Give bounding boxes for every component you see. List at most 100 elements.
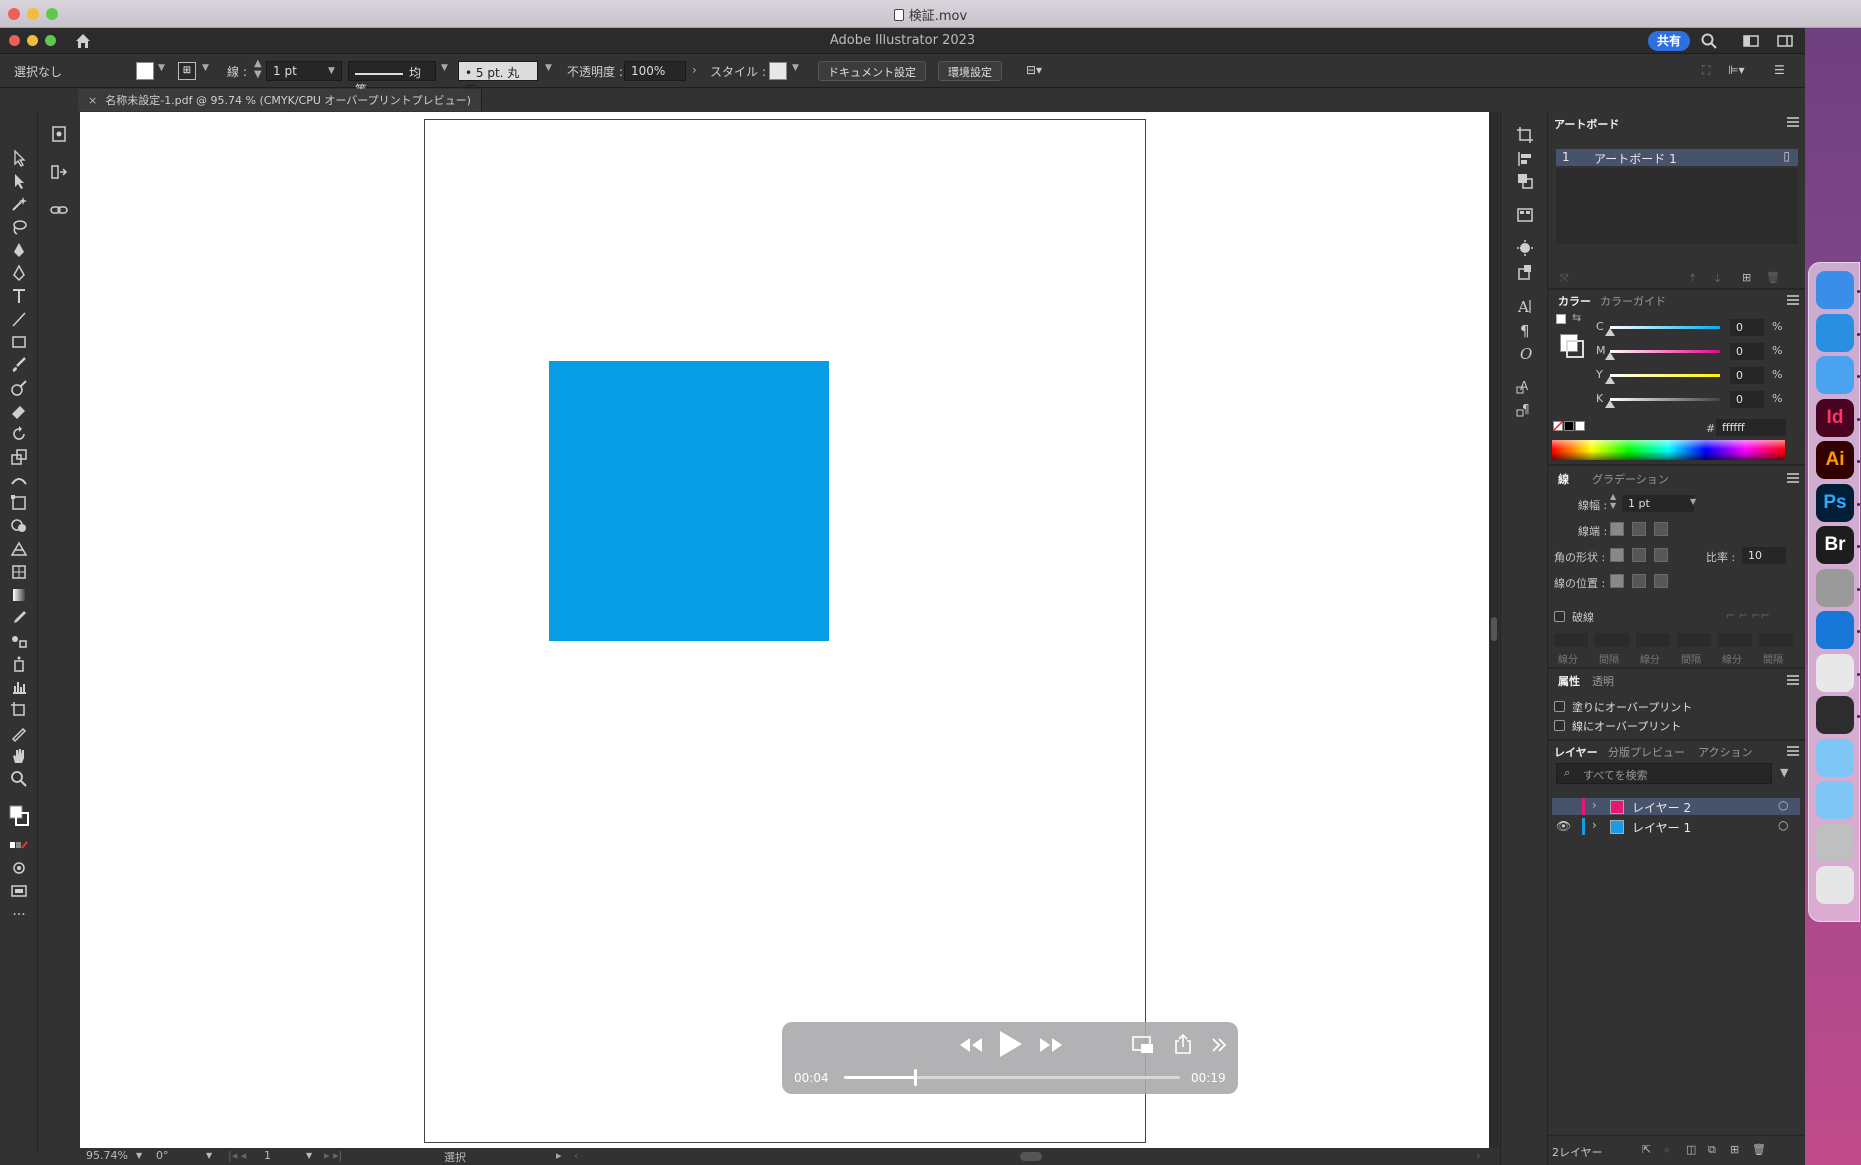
scale-tool-icon[interactable]: [9, 447, 29, 467]
filter-icon[interactable]: ▼: [1780, 766, 1788, 779]
paintbrush-tool-icon[interactable]: [9, 355, 29, 375]
downloads-folder-icon[interactable]: [1816, 781, 1854, 819]
arrange-documents-icon[interactable]: ⊟▾: [1026, 63, 1042, 77]
butt-cap-icon[interactable]: [1610, 522, 1624, 536]
share-button[interactable]: 共有: [1648, 31, 1690, 51]
zoom-level[interactable]: 95.74%: [86, 1149, 128, 1162]
bevel-join-icon[interactable]: [1654, 548, 1668, 562]
stroke-color-box[interactable]: [1566, 340, 1584, 358]
chevron-down-icon[interactable]: ▼: [158, 63, 165, 73]
channel-slider-track[interactable]: [1610, 326, 1720, 329]
shape-builder-tool-icon[interactable]: [9, 516, 29, 536]
black-swatch[interactable]: [1564, 421, 1574, 431]
play-icon[interactable]: [996, 1028, 1024, 1064]
scrollbar-thumb[interactable]: [1491, 617, 1497, 641]
delete-artboard-icon[interactable]: 🗑: [1766, 271, 1780, 284]
font-book-icon[interactable]: [1816, 568, 1854, 607]
stepper-icon[interactable]: ▲ ▼: [254, 58, 262, 80]
artboard-row[interactable]: 1 アートボード 1 ▯: [1556, 149, 1798, 166]
graphic-style-swatch[interactable]: [769, 62, 787, 80]
slice-tool-icon[interactable]: [9, 723, 29, 743]
mail-icon[interactable]: [1816, 356, 1854, 394]
new-artboard-icon[interactable]: ⊞: [1742, 271, 1751, 284]
limit-input[interactable]: 10: [1742, 547, 1786, 564]
actions-tab[interactable]: アクション: [1698, 744, 1752, 762]
finder-icon[interactable]: [1816, 271, 1854, 309]
none-swatch[interactable]: [1553, 421, 1563, 431]
channel-value-field[interactable]: 0: [1730, 391, 1764, 408]
dash-align-icon[interactable]: ⌐ ⌐ ⌐⌐: [1726, 609, 1770, 622]
attributes-tab[interactable]: 属性: [1558, 673, 1580, 691]
dash-gap-field[interactable]: [1595, 633, 1629, 647]
new-layer-icon[interactable]: ⊞: [1730, 1143, 1739, 1156]
trash-icon[interactable]: [1816, 866, 1854, 904]
photoshop-icon[interactable]: Ps: [1816, 483, 1854, 522]
visibility-eye-icon[interactable]: 👁: [1556, 819, 1571, 833]
locate-object-icon[interactable]: ⌕: [1664, 1143, 1670, 1157]
fill-swatch[interactable]: [136, 62, 154, 80]
panel-menu-icon[interactable]: [1787, 117, 1799, 127]
blend-tool-icon[interactable]: [9, 631, 29, 651]
gradient-tab[interactable]: グラデーション: [1592, 471, 1669, 489]
channel-value-field[interactable]: 0: [1730, 343, 1764, 360]
character-styles-icon[interactable]: A: [1516, 376, 1534, 394]
preview-icon[interactable]: [1816, 653, 1854, 692]
expand-arrow-icon[interactable]: ›: [1592, 818, 1597, 832]
free-transform-tool-icon[interactable]: [9, 493, 29, 513]
rewind-icon[interactable]: [958, 1036, 984, 1058]
color-tab[interactable]: カラー: [1558, 293, 1591, 311]
rotate-tool-icon[interactable]: [9, 424, 29, 444]
artboard-nav-prev-icon[interactable]: |◂ ◂: [228, 1149, 246, 1162]
horizontal-scrollbar-thumb[interactable]: [1020, 1152, 1042, 1161]
close-tab-icon[interactable]: ×: [88, 94, 97, 107]
layer-row[interactable]: › レイヤー 2 ○: [1552, 798, 1800, 815]
channel-value-field[interactable]: 0: [1730, 367, 1764, 384]
scroll-right-icon[interactable]: ›: [1476, 1149, 1480, 1162]
mesh-tool-icon[interactable]: [9, 562, 29, 582]
layer-row[interactable]: 👁 › レイヤー 1 ○: [1552, 818, 1800, 835]
chevron-down-icon[interactable]: ▼: [792, 63, 799, 73]
channel-slider-track[interactable]: [1610, 350, 1720, 353]
panel-menu-icon[interactable]: [1787, 746, 1799, 756]
brushes-panel-icon[interactable]: [1516, 239, 1534, 257]
selection-tool-icon[interactable]: [9, 148, 29, 168]
edge-icon[interactable]: [1816, 611, 1854, 649]
document-info-icon[interactable]: [49, 124, 69, 144]
column-graph-tool-icon[interactable]: [9, 677, 29, 697]
direct-selection-tool-icon[interactable]: [9, 171, 29, 191]
indesign-icon[interactable]: Id: [1816, 398, 1854, 437]
chevron-down-icon[interactable]: ▼: [202, 63, 209, 73]
eyedropper-tool-icon[interactable]: [9, 608, 29, 628]
align-center-icon[interactable]: [1610, 574, 1624, 588]
stroke-swatch[interactable]: ⊞: [178, 62, 196, 80]
line-tool-icon[interactable]: [9, 309, 29, 329]
symbols-panel-icon[interactable]: [1516, 263, 1534, 281]
rectangle-tool-icon[interactable]: [9, 332, 29, 352]
screen-mode-icon[interactable]: [9, 881, 29, 901]
layer-name[interactable]: レイヤー 2: [1632, 799, 1691, 816]
move-down-icon[interactable]: ⇣: [1713, 272, 1722, 285]
round-join-icon[interactable]: [1632, 548, 1646, 562]
utility-icon[interactable]: [1816, 823, 1854, 862]
layers-search-input[interactable]: ⌕ すべてを検索: [1556, 763, 1772, 784]
picture-in-picture-icon[interactable]: [1132, 1036, 1154, 1058]
workspace-switcher-icon[interactable]: [1742, 32, 1760, 50]
variable-width-profile[interactable]: 均等: [348, 61, 436, 97]
pen-tool-icon[interactable]: [9, 240, 29, 260]
artboards-panel-title[interactable]: アートボード: [1554, 116, 1619, 134]
brush-definition[interactable]: • 5 pt. 丸筆: [458, 61, 538, 97]
move-up-icon[interactable]: ⇡: [1688, 272, 1697, 285]
drawing-mode-icon[interactable]: [9, 858, 29, 878]
applications-folder-icon[interactable]: [1816, 738, 1854, 777]
dash-gap-field[interactable]: [1554, 633, 1588, 647]
channel-slider-track[interactable]: [1610, 374, 1720, 377]
dash-gap-field[interactable]: [1759, 633, 1793, 647]
stepper-icon[interactable]: ▲ ▼: [1610, 492, 1616, 510]
swap-colors-icon[interactable]: ⇆: [1572, 311, 1581, 324]
artboard-nav-next-icon[interactable]: ▸ ▸|: [324, 1149, 342, 1162]
target-icon[interactable]: ○: [1778, 818, 1788, 832]
target-icon[interactable]: ○: [1778, 798, 1788, 812]
clipping-mask-icon[interactable]: ◫: [1686, 1143, 1696, 1156]
perspective-grid-tool-icon[interactable]: [9, 539, 29, 559]
opentype-panel-icon[interactable]: O: [1516, 344, 1534, 363]
